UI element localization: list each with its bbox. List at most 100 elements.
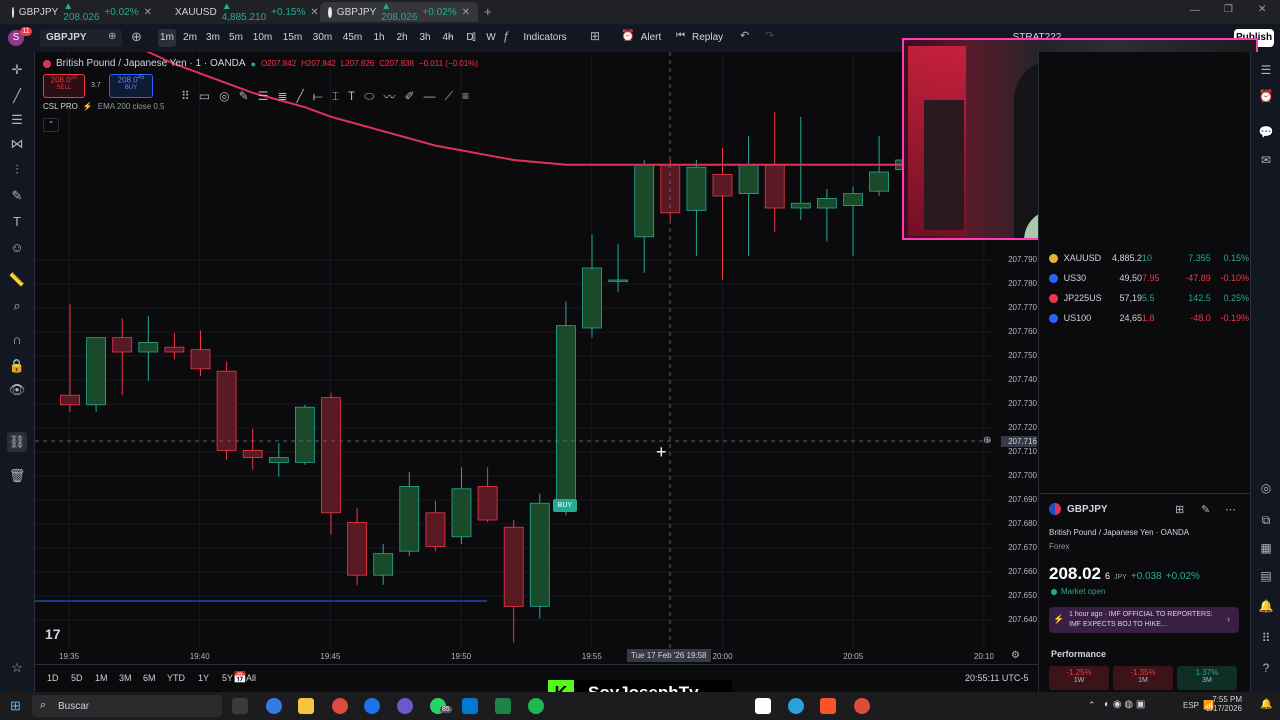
interval-2m[interactable]: 2m — [181, 29, 199, 47]
interval-30m[interactable]: 30m — [310, 29, 335, 47]
fib-icon[interactable]: ☰ — [7, 110, 27, 130]
bearish-candle[interactable] — [477, 485, 498, 521]
bullish-candle[interactable] — [529, 502, 550, 607]
bullish-candle[interactable] — [817, 197, 837, 209]
bearish-candle[interactable] — [712, 174, 733, 197]
menu-lines-icon[interactable]: ≡ — [462, 89, 469, 103]
price-chart[interactable]: + British Pound / Japanese Yen · 1 · OAN… — [35, 52, 1038, 664]
chrome-second-icon[interactable] — [854, 698, 870, 714]
bullish-candle[interactable] — [686, 166, 707, 211]
watchlist-icon[interactable]: ☰ — [1258, 62, 1274, 78]
lock-icon[interactable]: 🔒 — [7, 356, 27, 376]
collapse-legend-icon[interactable]: ⌃ — [43, 118, 59, 132]
brush-tool-icon[interactable]: ✐ — [405, 89, 415, 103]
range-1Y[interactable]: 1Y — [198, 673, 209, 683]
emoji-icon[interactable]: ☺ — [7, 238, 27, 258]
telegram-icon[interactable] — [788, 698, 804, 714]
interval-3m[interactable]: 3m — [204, 29, 222, 47]
interval-3h[interactable]: 3h — [416, 29, 434, 47]
chat-icon[interactable]: 💬 — [1258, 124, 1274, 140]
tradingview-app-icon[interactable] — [755, 698, 771, 714]
performance-cell[interactable]: -1.25% 1W — [1049, 666, 1109, 690]
edit-icon[interactable]: ✎ — [1201, 503, 1210, 516]
buy-button[interactable]: 208.045 BUY — [109, 74, 153, 98]
chart-settings-icon[interactable]: ⚙ — [1011, 650, 1020, 661]
pattern-icon[interactable]: ⋈ — [7, 134, 27, 154]
forecast-icon[interactable]: ⫶ — [7, 160, 27, 180]
bullish-candle[interactable] — [869, 171, 889, 192]
notifications-icon[interactable]: 🔔 — [1258, 598, 1274, 614]
bearish-candle[interactable] — [216, 370, 237, 451]
favorites-icon[interactable]: ☆ — [7, 658, 27, 678]
fib-retracement-icon[interactable]: ☰ — [258, 89, 269, 103]
grid-icon[interactable]: ⊞ — [1175, 503, 1184, 516]
bullish-candle[interactable] — [790, 202, 811, 209]
redo-icon[interactable]: ↷ — [765, 29, 774, 42]
replay-icon[interactable]: ⏮ — [676, 30, 685, 41]
range-1M[interactable]: 1M — [95, 673, 108, 683]
performance-cell[interactable]: -1.35% 1M — [1113, 666, 1173, 690]
link-icon[interactable]: ⛓ — [7, 432, 27, 452]
circle-icon[interactable]: ◎ — [219, 89, 229, 103]
sell-button[interactable]: 208.020 SELL — [43, 74, 85, 98]
drag-handle-icon[interactable]: ⠿ — [181, 89, 190, 103]
excel-icon[interactable] — [495, 698, 511, 714]
bearish-candle[interactable] — [164, 346, 185, 353]
window-close-icon[interactable]: ✕ — [1258, 4, 1266, 15]
range-1D[interactable]: 1D — [47, 673, 59, 683]
line-icon[interactable]: ╱ — [297, 89, 304, 103]
tray-icons[interactable]: ◐ ◉ ◍ ▣ — [1104, 699, 1145, 710]
add-symbol-icon[interactable]: ⊕ — [131, 29, 142, 45]
watchlist-row[interactable]: US30 49,50 7.95 -47.89 -0.10% — [1049, 269, 1249, 287]
alert-icon[interactable]: ⏰ — [621, 29, 635, 42]
range-All[interactable]: All — [246, 673, 256, 683]
bullish-candle[interactable] — [373, 553, 394, 576]
news-card[interactable]: ⚡ 1 hour ago · IMF OFFICIAL TO REPORTERS… — [1049, 607, 1239, 633]
bearish-candle[interactable] — [425, 512, 446, 547]
close-tab-icon[interactable]: ✕ — [462, 7, 470, 18]
indicators-button[interactable]: Indicators — [520, 29, 570, 47]
browser-tab-1[interactable]: GBPJPY ▲ 208.026 +0.02% ✕ — [4, 1, 160, 23]
hline-icon[interactable]: — — [424, 89, 436, 103]
trend-icon[interactable]: ⟋ — [445, 89, 453, 104]
apps-icon[interactable]: ⠿ — [1258, 630, 1274, 646]
detail-symbol[interactable]: GBPJPY — [1067, 504, 1108, 515]
bearish-candle[interactable] — [242, 449, 263, 458]
watchlist-row[interactable]: US100 24,65 1.8 -48.0 -0.19% — [1049, 309, 1249, 327]
interval-5m[interactable]: 5m — [227, 29, 245, 47]
bullish-candle[interactable] — [608, 279, 628, 282]
calendar-icon[interactable]: ▦ — [1258, 540, 1274, 556]
interval-dropdown-icon[interactable]: ⌄ — [446, 30, 454, 41]
ruler-icon[interactable]: 📏 — [7, 270, 27, 290]
pen-icon[interactable]: ✎ — [239, 89, 249, 103]
indicators-icon[interactable]: ƒ — [503, 29, 510, 43]
browser-tab-3[interactable]: GBPJPY ▲ 208.026 +0.02% ✕ — [320, 1, 478, 23]
chrome-profile-icon[interactable] — [364, 698, 380, 714]
eye-icon[interactable]: 👁 — [7, 380, 27, 400]
outlook-icon[interactable] — [462, 698, 478, 714]
bullish-candle[interactable] — [451, 488, 472, 538]
bullish-candle[interactable] — [86, 337, 106, 406]
watchlist-row[interactable]: JP225US 57,19 5.5 142.5 0.25% — [1049, 289, 1249, 307]
browser-tab-2[interactable]: XAUUSD ▲ 4,885.210 +0.15% ✕ — [162, 1, 319, 23]
watchlist-row[interactable]: XAUUSD 4,885.2 10 7.355 0.15% — [1049, 249, 1249, 267]
fib-extension-icon[interactable]: ≣ — [277, 89, 287, 103]
bullish-candle[interactable] — [738, 164, 759, 195]
taskbar-search[interactable]: ⌕ Buscar — [32, 695, 222, 717]
help-icon[interactable]: ? — [1258, 660, 1274, 676]
candles-style-icon[interactable]: ⫾ — [472, 29, 476, 44]
bearish-candle[interactable] — [503, 526, 524, 607]
interval-2h[interactable]: 2h — [393, 29, 411, 47]
symbol-search[interactable]: GBPJPY ⊕ — [40, 29, 122, 47]
interval-45m[interactable]: 45m — [340, 29, 365, 47]
bullish-candle[interactable] — [556, 325, 576, 504]
tradingview-logo[interactable]: 17 — [45, 626, 61, 642]
crosshair-icon[interactable]: ✛ — [7, 60, 27, 80]
bearish-candle[interactable] — [112, 337, 133, 353]
layouts-icon[interactable]: ⊞ — [590, 29, 600, 43]
ideas-icon[interactable]: ▤ — [1258, 568, 1274, 584]
range-5D[interactable]: 5D — [71, 673, 83, 683]
target-icon[interactable]: ◎ — [1258, 480, 1274, 496]
bullish-candle[interactable] — [268, 457, 289, 463]
new-tab-button[interactable]: + — [484, 4, 492, 19]
